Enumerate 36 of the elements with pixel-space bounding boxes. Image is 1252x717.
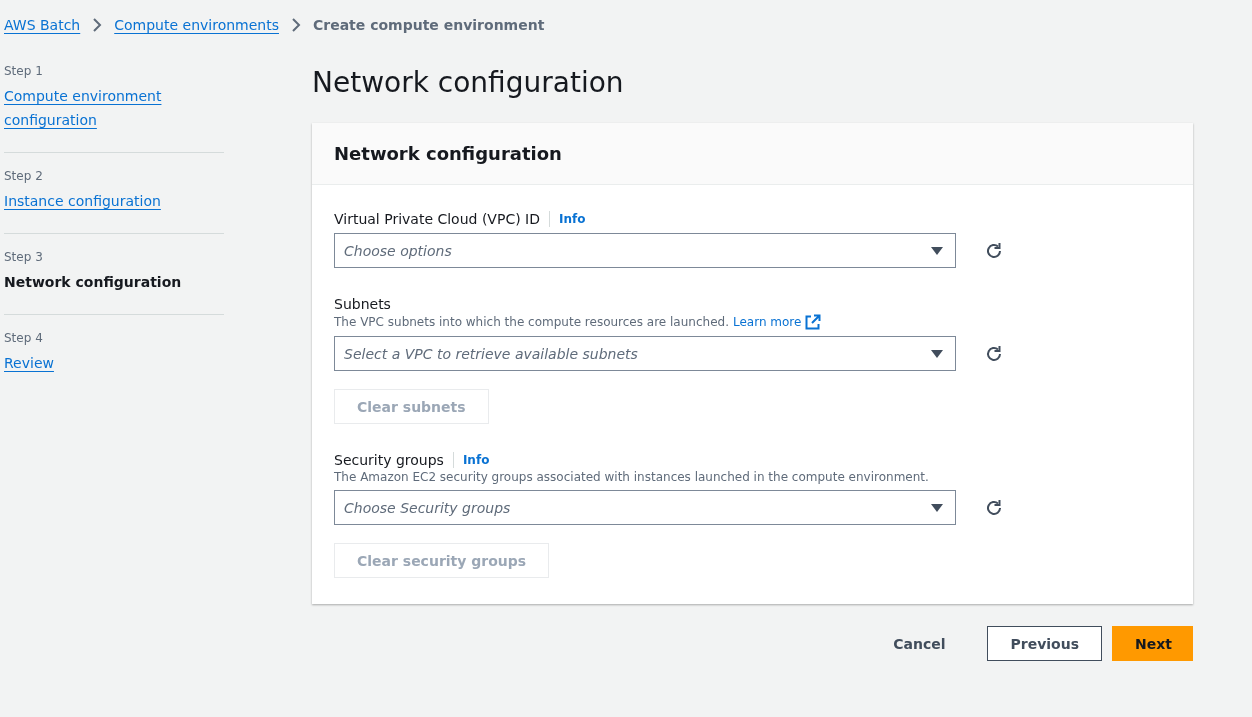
info-link[interactable]: Info (462, 453, 490, 467)
caret-down-icon (931, 348, 943, 359)
external-link-icon (805, 314, 822, 330)
field-description: The Amazon EC2 security groups associated with instances launched in the compute environment. (334, 470, 929, 484)
field-label: Subnets (334, 296, 391, 312)
cancel-button[interactable]: Cancel (871, 626, 968, 661)
page-title: Network configuration (312, 66, 625, 99)
caret-down-icon (931, 502, 943, 513)
select-dropdown[interactable]: Choose options (334, 233, 956, 268)
breadcrumb-link[interactable]: AWS Batch (4, 17, 81, 33)
field-label: Virtual Private Cloud (VPC) ID (334, 211, 540, 227)
field-description: The VPC subnets into which the compute resources are launched. (334, 315, 729, 329)
previous-button[interactable]: Previous (987, 626, 1102, 661)
panel-title: Network configuration (334, 143, 563, 164)
select-dropdown[interactable]: Select a VPC to retrieve available subnets (334, 336, 956, 371)
step-link[interactable]: Review (4, 351, 224, 375)
info-link[interactable]: Info (559, 212, 586, 226)
step-number: Step 2 (4, 169, 44, 183)
refresh-icon (984, 343, 1004, 364)
refresh-icon (984, 497, 1004, 518)
step-title: Network configuration (4, 273, 183, 292)
chevron-right-icon (291, 17, 301, 33)
caret-down-icon (931, 245, 943, 256)
step-number: Step 3 (4, 250, 44, 264)
breadcrumb-current: Create compute environment (313, 17, 545, 33)
field-label: Security groups (334, 452, 444, 468)
step-number: Step 1 (4, 64, 44, 78)
step-link[interactable]: Instance configuration (4, 189, 224, 213)
step-link[interactable]: Compute environment configuration (4, 84, 224, 132)
select-dropdown[interactable]: Choose Security groups (334, 490, 956, 525)
chevron-right-icon (92, 17, 103, 33)
breadcrumb-link[interactable]: Compute environments (114, 17, 279, 33)
step-number: Step 4 (4, 331, 44, 345)
learn-more-link[interactable]: Learn more (732, 315, 802, 329)
next-button[interactable]: Next (1112, 626, 1193, 661)
refresh-icon (984, 240, 1004, 261)
